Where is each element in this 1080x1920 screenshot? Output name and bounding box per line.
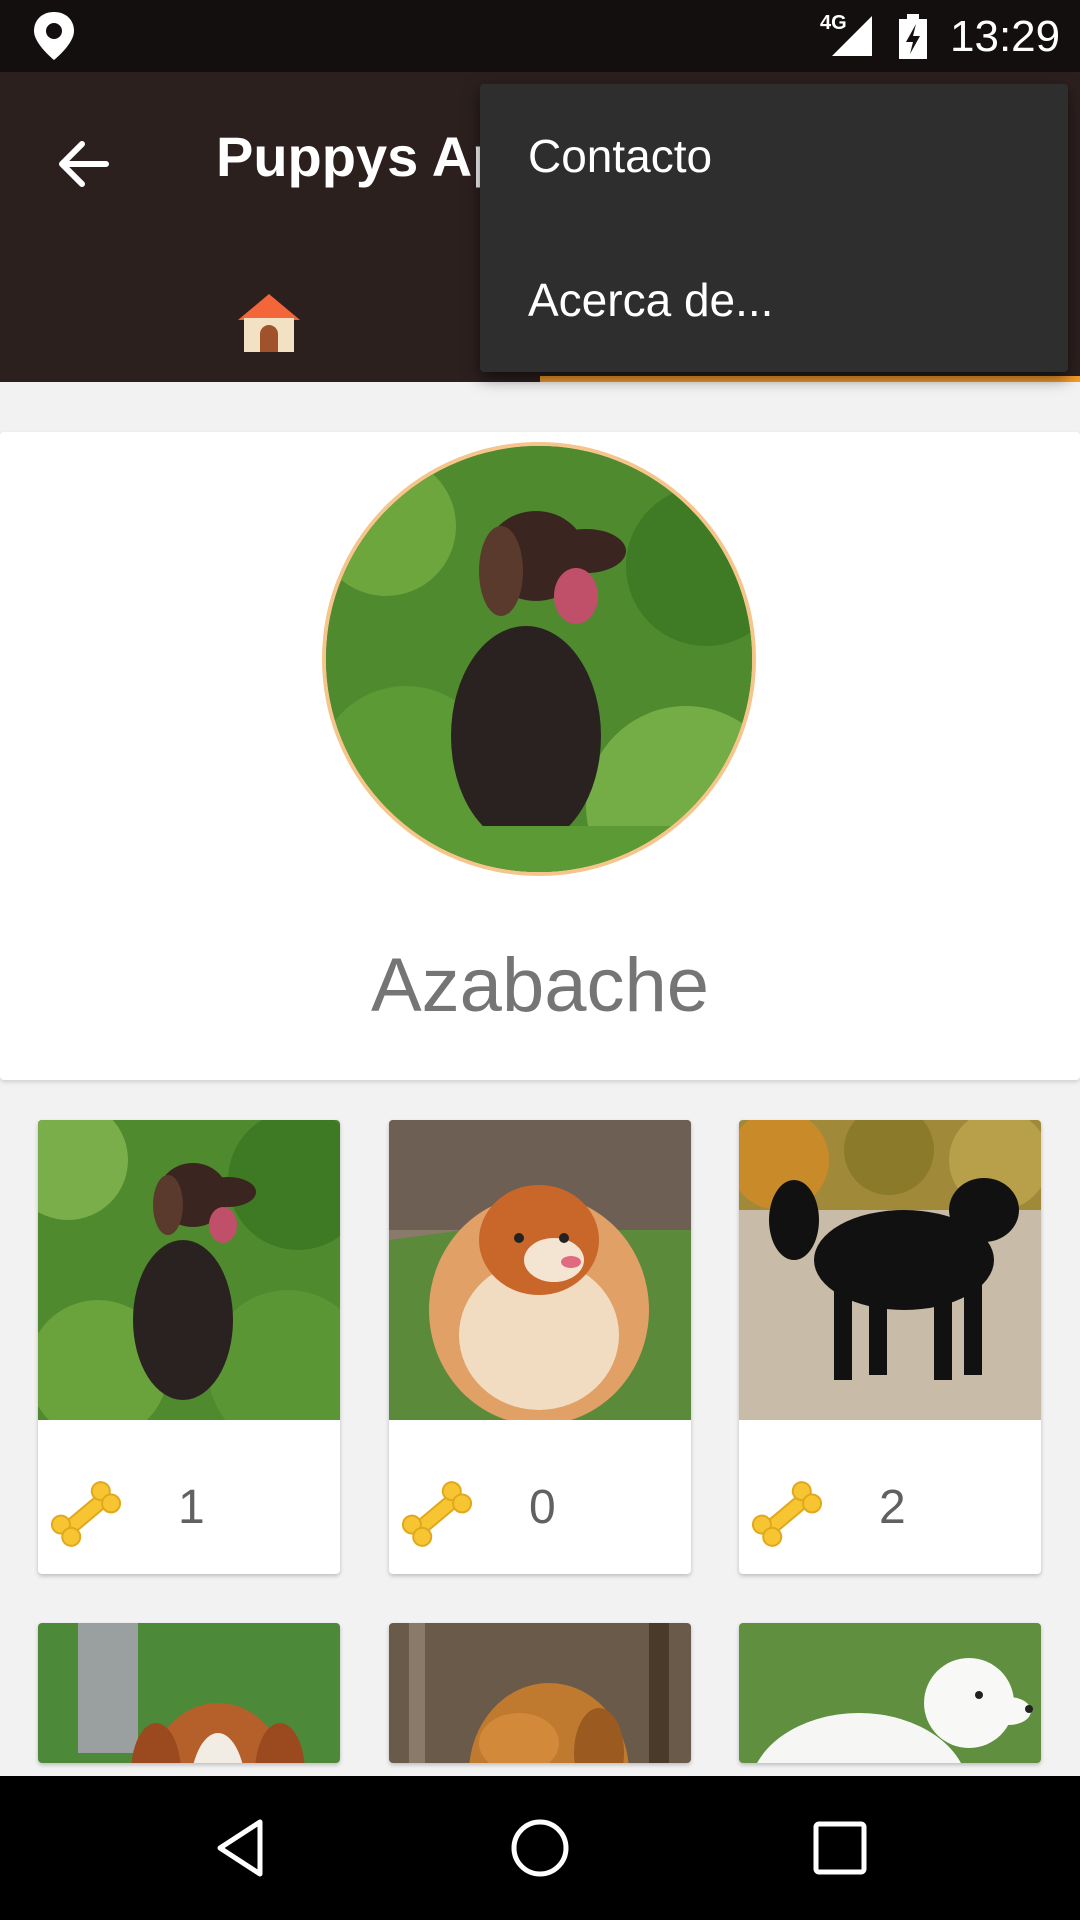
status-bar: 4G 13:29 bbox=[0, 0, 1080, 72]
pet-photo bbox=[38, 1120, 340, 1420]
like-count: 1 bbox=[178, 1481, 205, 1534]
dog-house-icon bbox=[238, 294, 300, 352]
bone-icon[interactable] bbox=[46, 1474, 126, 1554]
pet-photo bbox=[389, 1623, 691, 1763]
pet-card[interactable]: 0 bbox=[389, 1120, 691, 1574]
overflow-menu: Contacto Acerca de... bbox=[480, 84, 1068, 372]
pet-photo bbox=[739, 1623, 1041, 1763]
tab-indicator bbox=[540, 376, 1080, 382]
back-triangle-icon[interactable] bbox=[206, 1812, 278, 1884]
signal-icon bbox=[832, 16, 872, 56]
pet-card[interactable] bbox=[739, 1623, 1041, 1763]
recents-square-icon[interactable] bbox=[804, 1812, 876, 1884]
profile-avatar bbox=[322, 442, 756, 876]
location-pin-icon bbox=[34, 12, 74, 60]
menu-item-contacto[interactable]: Contacto bbox=[480, 84, 1068, 228]
bone-icon[interactable] bbox=[397, 1474, 477, 1554]
pet-photo bbox=[739, 1120, 1041, 1420]
profile-card: Azabache bbox=[0, 432, 1080, 1080]
screen: 4G 13:29 Puppys App Contacto Acerca de..… bbox=[0, 0, 1080, 1920]
battery-charging-icon bbox=[899, 14, 927, 59]
bone-icon[interactable] bbox=[747, 1474, 827, 1554]
status-time: 13:29 bbox=[950, 12, 1061, 61]
like-count: 2 bbox=[879, 1481, 906, 1534]
pet-photo bbox=[38, 1623, 340, 1763]
tab-home[interactable] bbox=[0, 262, 540, 382]
pet-card[interactable] bbox=[389, 1623, 691, 1763]
navigation-bar bbox=[0, 1776, 1080, 1920]
dog-photo bbox=[326, 446, 752, 872]
profile-name: Azabache bbox=[370, 943, 710, 1028]
pet-photo bbox=[389, 1120, 691, 1420]
back-arrow-icon[interactable] bbox=[48, 128, 120, 200]
menu-item-acerca-de[interactable]: Acerca de... bbox=[480, 228, 1068, 372]
home-circle-icon[interactable] bbox=[504, 1812, 576, 1884]
like-count: 0 bbox=[529, 1481, 556, 1534]
pet-card[interactable] bbox=[38, 1623, 340, 1763]
pet-card[interactable]: 2 bbox=[739, 1120, 1041, 1574]
pet-card[interactable]: 1 bbox=[38, 1120, 340, 1574]
